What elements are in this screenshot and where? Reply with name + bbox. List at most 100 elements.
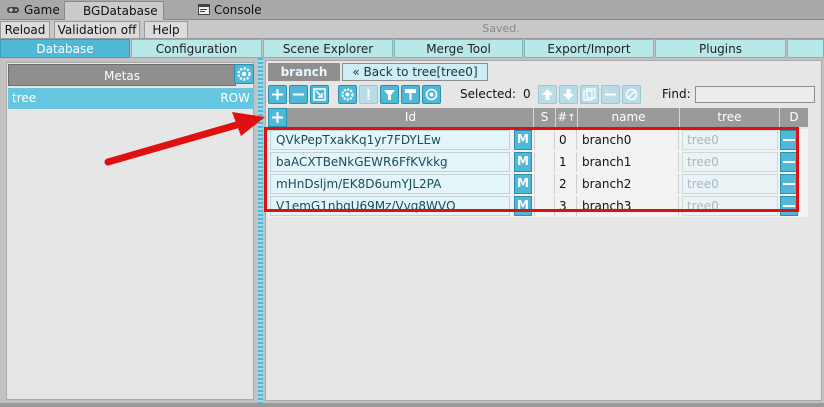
import-button[interactable]: [310, 85, 329, 104]
column-name[interactable]: name: [578, 108, 680, 127]
delete-row-button[interactable]: [780, 174, 798, 194]
meta-item-type: ROW: [220, 91, 250, 105]
minus-icon: [783, 205, 795, 207]
tab-export-import[interactable]: Export/Import: [524, 39, 654, 58]
clear-button[interactable]: [622, 85, 641, 104]
meta-view-panel: branch « Back to tree[tree0] Selected: 0…: [263, 58, 824, 403]
toolbar: Reload Validation off Help Saved.: [0, 20, 824, 39]
block-icon: [625, 88, 638, 101]
metas-header: Metas: [8, 64, 236, 86]
meta-button[interactable]: M: [514, 152, 532, 172]
tree-field[interactable]: tree0: [682, 152, 778, 172]
validation-toggle-button[interactable]: Validation off: [54, 21, 140, 39]
add-row-button[interactable]: [268, 85, 287, 104]
filter-button[interactable]: [380, 85, 399, 104]
tab-bgdatabase-label: BGDatabase: [83, 4, 158, 18]
delete-row-button[interactable]: [780, 196, 798, 216]
help-button[interactable]: Help: [144, 21, 188, 39]
tab-plugins[interactable]: Plugins: [655, 39, 786, 58]
bgdatabase-window: Game BGDatabase Console Reload Validatio…: [0, 0, 824, 407]
plus-icon: [272, 89, 283, 100]
table-row[interactable]: V1emG1nbqU69Mz/Vvq8WVQ M 3 branch3 tree0: [268, 195, 808, 217]
tab-branch[interactable]: branch: [268, 63, 340, 81]
save-status: Saved.: [482, 22, 520, 35]
s-cell: [534, 196, 555, 216]
minus-icon: [783, 161, 795, 163]
table-row[interactable]: mHnDsljm/EK8D6umYJL2PA M 2 branch2 tree0: [268, 173, 808, 195]
tab-console[interactable]: Console: [194, 1, 274, 20]
column-index[interactable]: #↑: [556, 108, 578, 127]
move-up-button[interactable]: [538, 85, 557, 104]
delete-row-button[interactable]: [780, 130, 798, 150]
column-s[interactable]: S: [534, 108, 556, 127]
move-down-button[interactable]: [559, 85, 578, 104]
selected-count: 0: [523, 87, 531, 101]
tab-game-label: Game: [24, 3, 60, 17]
window-tab-bar: Game BGDatabase Console: [0, 0, 824, 20]
find-label: Find:: [662, 87, 691, 101]
id-field[interactable]: mHnDsljm/EK8D6umYJL2PA: [270, 174, 510, 194]
plus-icon: [272, 112, 283, 123]
tree-field[interactable]: tree0: [682, 196, 778, 216]
tab-merge-tool[interactable]: Merge Tool: [394, 39, 523, 58]
column-tree[interactable]: tree: [680, 108, 780, 127]
selected-label: Selected:: [460, 87, 517, 101]
delete-row-button[interactable]: [780, 152, 798, 172]
tree-field[interactable]: tree0: [682, 174, 778, 194]
index-cell: 3: [557, 196, 577, 216]
exclamation-icon: [367, 89, 370, 100]
column-id[interactable]: Id: [288, 108, 534, 127]
sort-arrow-icon: ↑: [567, 113, 576, 124]
arrow-up-icon: [542, 89, 553, 100]
column-delete[interactable]: D: [780, 108, 808, 127]
gear-icon: [341, 88, 354, 101]
id-field[interactable]: baACXTBeNkGEWR6FfKVkkg: [270, 152, 510, 172]
meta-button[interactable]: M: [514, 130, 532, 150]
tab-game[interactable]: Game: [2, 1, 62, 20]
s-cell: [534, 174, 555, 194]
tab-overflow[interactable]: [787, 39, 824, 58]
meta-item-tree[interactable]: tree ROW: [8, 88, 254, 109]
tab-bgdatabase[interactable]: BGDatabase: [64, 1, 164, 20]
remove-row-button[interactable]: [289, 85, 308, 104]
table-row[interactable]: baACXTBeNkGEWR6FfKVkkg M 1 branch1 tree0: [268, 151, 808, 173]
index-cell: 2: [557, 174, 577, 194]
meta-view: branch « Back to tree[tree0] Selected: 0…: [265, 60, 822, 401]
copy-button[interactable]: [580, 85, 599, 104]
filter-icon: [384, 90, 395, 100]
name-cell[interactable]: branch2: [579, 174, 679, 194]
tab-scene-explorer[interactable]: Scene Explorer: [263, 39, 393, 58]
add-column-button[interactable]: [268, 108, 287, 127]
find-input[interactable]: [695, 86, 815, 103]
back-to-tree-button[interactable]: « Back to tree[tree0]: [342, 63, 488, 81]
table-row[interactable]: QVkPepTxakKq1yr7FDYLEw M 0 branch0 tree0: [268, 129, 808, 151]
s-cell: [534, 130, 555, 150]
paint-button[interactable]: [401, 85, 420, 104]
meta-button[interactable]: M: [514, 174, 532, 194]
tab-console-label: Console: [214, 3, 262, 17]
row-toolbar: Selected: 0 Find:: [268, 84, 821, 106]
target-button[interactable]: [422, 85, 441, 104]
table-body: QVkPepTxakKq1yr7FDYLEw M 0 branch0 tree0…: [268, 129, 808, 219]
metas-settings-button[interactable]: [234, 64, 254, 84]
settings-button[interactable]: [338, 85, 357, 104]
s-cell: [534, 152, 555, 172]
back-to-tree-label: Back to tree[tree0]: [363, 65, 478, 79]
delete-selected-button[interactable]: [601, 85, 620, 104]
tab-configuration[interactable]: Configuration: [131, 39, 262, 58]
tab-database[interactable]: Database: [0, 39, 130, 58]
arrow-down-icon: [563, 89, 574, 100]
copy-icon: [583, 88, 596, 101]
name-cell[interactable]: branch1: [579, 152, 679, 172]
table-header: Id S #↑ name tree D: [268, 108, 808, 127]
name-cell[interactable]: branch3: [579, 196, 679, 216]
meta-button[interactable]: M: [514, 196, 532, 216]
tree-field[interactable]: tree0: [682, 130, 778, 150]
name-cell[interactable]: branch0: [579, 130, 679, 150]
target-icon: [425, 88, 438, 101]
warning-button[interactable]: [359, 85, 378, 104]
reload-button[interactable]: Reload: [0, 21, 50, 39]
id-field[interactable]: V1emG1nbqU69Mz/Vvq8WVQ: [270, 196, 510, 216]
id-field[interactable]: QVkPepTxakKq1yr7FDYLEw: [270, 130, 510, 150]
minus-icon: [783, 183, 795, 185]
